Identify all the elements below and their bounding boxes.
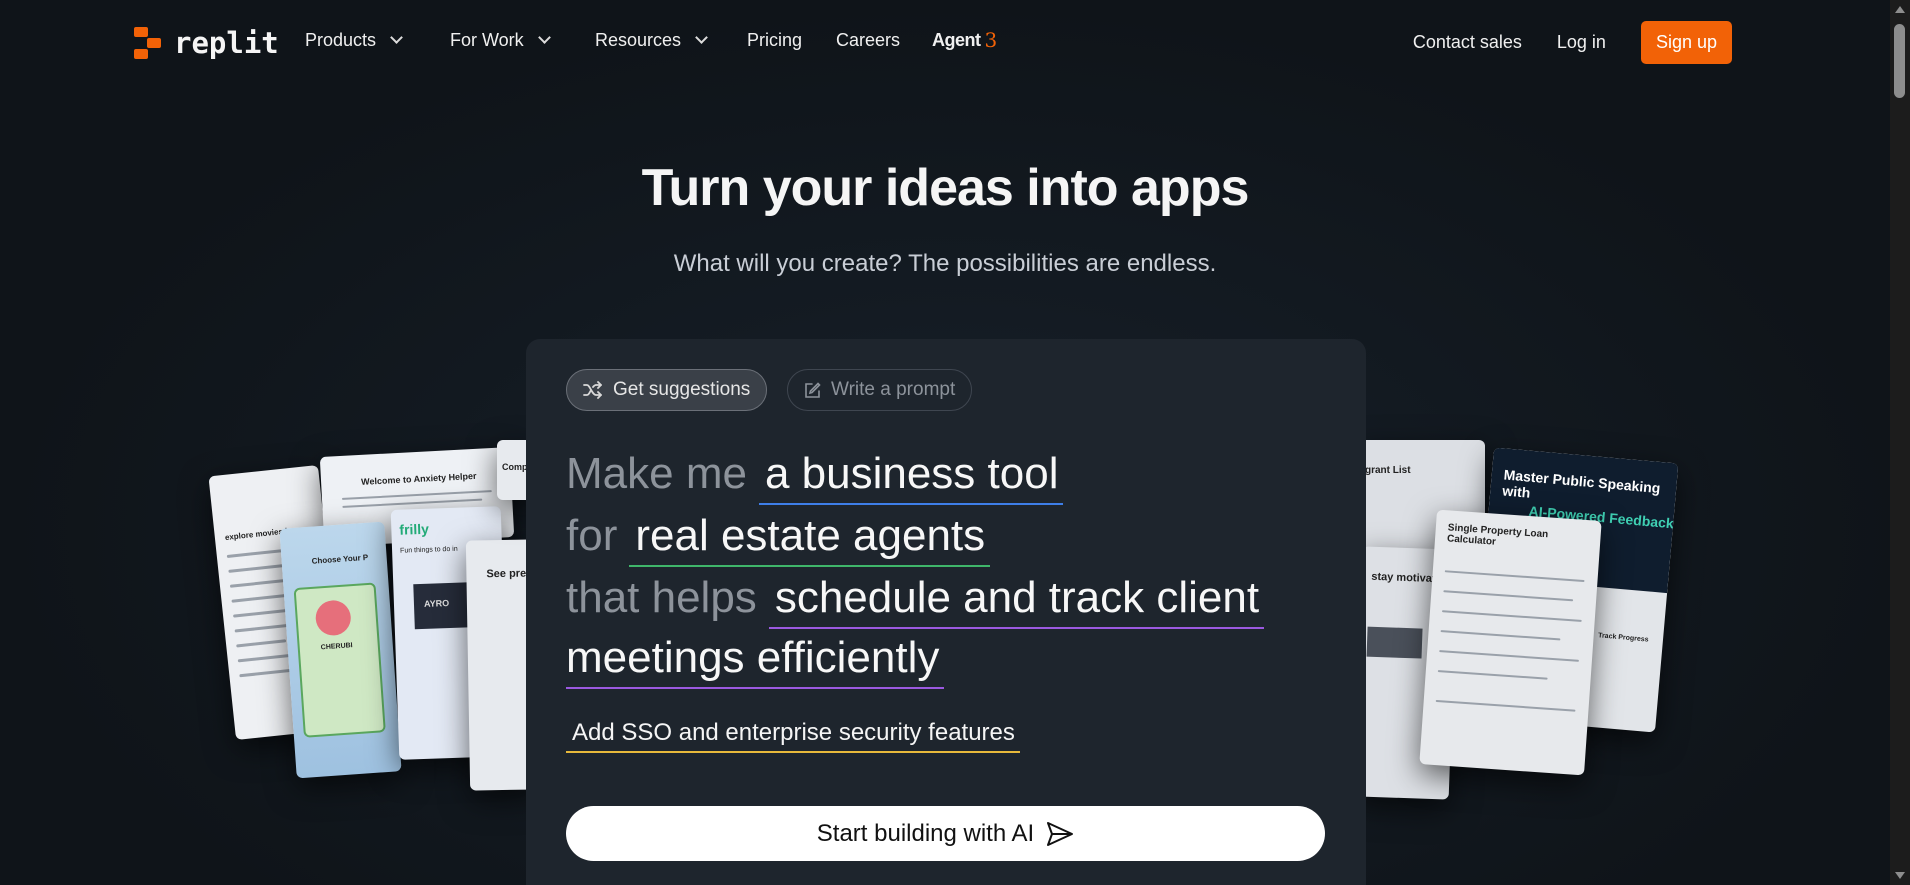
showcase-card-title: frilly: [399, 520, 430, 538]
showcase-card-title: Welcome to Anxiety Helper: [360, 470, 477, 487]
prompt-line: Make me a business tool: [566, 443, 1326, 505]
start-building-button[interactable]: Start building with AI: [566, 806, 1325, 861]
prompt-fill-app-type[interactable]: a business tool: [758, 445, 1064, 505]
showcase-card-loan-calculator: Single Property Loan Calculator: [1419, 509, 1602, 776]
scroll-down-arrow-icon[interactable]: [1895, 872, 1905, 879]
showcase-card-title: Single Property Loan Calculator: [1446, 522, 1549, 548]
nav-careers-label: Careers: [836, 29, 901, 50]
showcase-card-title: Track Progress: [1597, 632, 1649, 644]
nav-for-work[interactable]: For Work: [450, 30, 595, 51]
page: replit Products For Work Resources Prici…: [0, 0, 1910, 885]
showcase-card-pokemon: Choose Your P CHERUBI: [279, 521, 402, 779]
nav-resources-label: Resources: [595, 29, 682, 50]
showcase-card-title: Comp: [502, 462, 528, 472]
replit-logo-icon: [134, 27, 162, 59]
edit-icon: [805, 381, 821, 398]
nav-pricing-label: Pricing: [747, 29, 803, 50]
write-prompt-tab[interactable]: Write a prompt: [787, 369, 973, 411]
nav-products-label: Products: [305, 29, 377, 50]
shuffle-icon: [583, 381, 602, 399]
hero-title: Turn your ideas into apps: [641, 159, 1250, 217]
nav-products[interactable]: Products: [305, 30, 450, 51]
get-suggestions-label: Get suggestions: [613, 379, 751, 400]
prompt-line: meetings efficiently: [566, 629, 1326, 689]
chevron-down-icon: [390, 31, 403, 44]
chevron-down-icon: [695, 31, 708, 44]
page-scrollbar[interactable]: [1890, 0, 1910, 885]
agent-version-badge: 3: [984, 28, 998, 52]
nav-pricing[interactable]: Pricing: [747, 30, 836, 51]
prompt-line: for real estate agents: [566, 505, 1326, 567]
showcase-card-title: See pre: [486, 567, 527, 581]
send-icon: [1047, 821, 1074, 846]
top-nav: replit Products For Work Resources Prici…: [0, 0, 1890, 86]
prompt-lead: Make me: [566, 449, 747, 498]
hero-subtitle: What will you create? The possibilities …: [673, 250, 1217, 277]
prompt-fill-purpose[interactable]: schedule and track client: [768, 569, 1265, 629]
showcase-card-title: grant List: [1365, 465, 1411, 476]
log-in-link[interactable]: Log in: [1557, 32, 1606, 53]
prompt-lead: for: [566, 511, 618, 560]
nav-links: Products For Work Resources Pricing Care…: [305, 28, 997, 52]
get-suggestions-tab[interactable]: Get suggestions: [566, 369, 768, 411]
prompt-panel: Get suggestions Write a prompt Make me a…: [526, 339, 1366, 885]
prompt-lead: that helps: [566, 573, 757, 622]
scrollbar-thumb[interactable]: [1894, 24, 1905, 98]
contact-sales-link[interactable]: Contact sales: [1413, 32, 1522, 53]
nav-agent[interactable]: Agent 3: [932, 28, 997, 52]
nav-resources[interactable]: Resources: [595, 30, 747, 51]
nav-agent-label: Agent: [932, 29, 981, 50]
write-prompt-label: Write a prompt: [831, 379, 956, 400]
prompt-fill-purpose-cont[interactable]: meetings efficiently: [566, 629, 945, 689]
chevron-down-icon: [537, 31, 551, 44]
nav-careers[interactable]: Careers: [836, 30, 932, 51]
showcase-card-title: Fun things to do in: [399, 545, 458, 555]
nav-for-work-label: For Work: [450, 29, 524, 50]
prompt-fill-audience[interactable]: real estate agents: [629, 507, 991, 567]
showcase-card-title: Choose Your P: [311, 552, 369, 566]
start-building-label: Start building with AI: [816, 819, 1035, 847]
showcase-card-title: AYRO: [423, 598, 450, 609]
prompt-line: that helps schedule and track client: [566, 567, 1326, 629]
logo-text: replit: [174, 26, 279, 60]
replit-logo[interactable]: replit: [134, 26, 279, 60]
nav-actions: Contact sales Log in Sign up: [1413, 21, 1732, 64]
sign-up-button[interactable]: Sign up: [1640, 21, 1732, 64]
prompt-text: Make me a business tool for real estate …: [566, 443, 1326, 689]
extra-feature-chip[interactable]: Add SSO and enterprise security features: [566, 719, 1020, 753]
scroll-up-arrow-icon[interactable]: [1895, 6, 1905, 13]
